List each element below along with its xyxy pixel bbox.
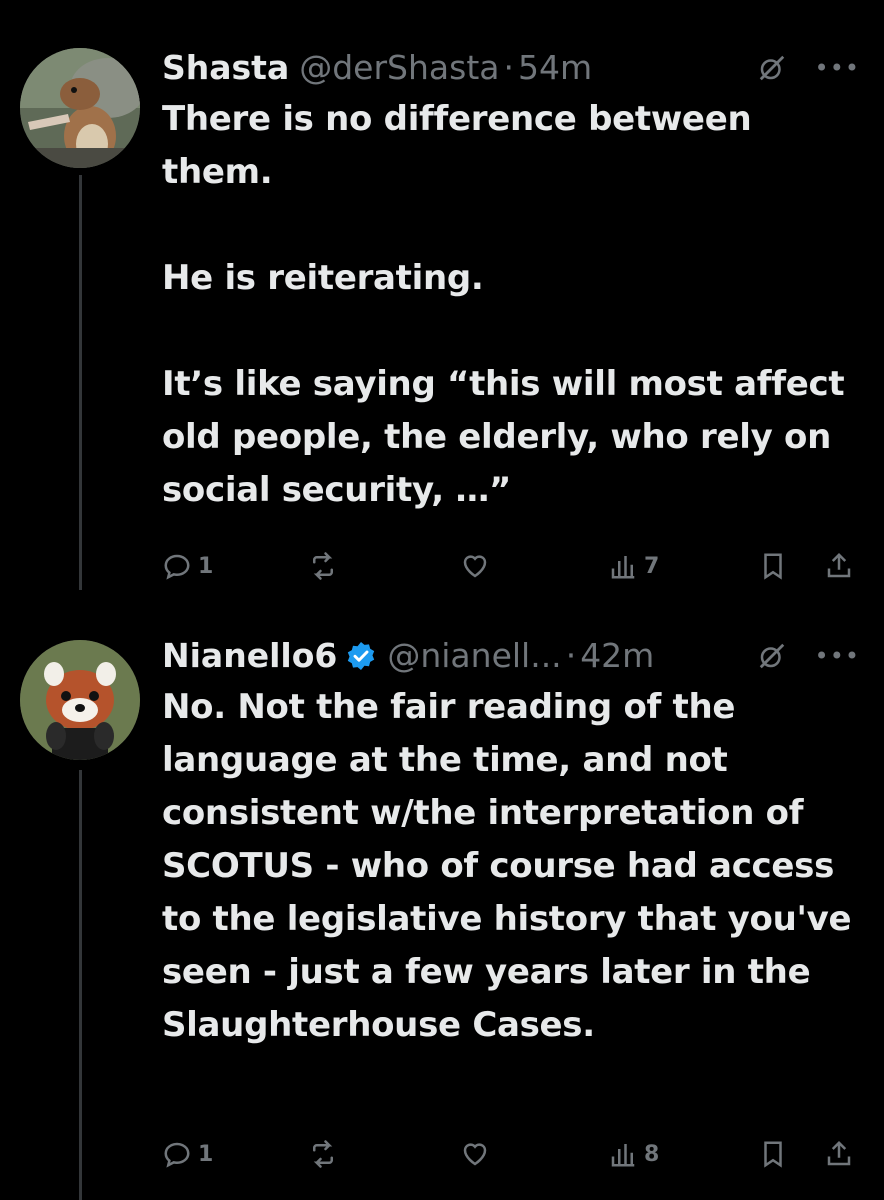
thread-line — [79, 175, 82, 590]
share-icon — [827, 1140, 851, 1166]
heart-icon — [463, 1143, 487, 1166]
verified-badge-icon[interactable] — [345, 640, 377, 672]
reply-button[interactable]: 1 — [162, 546, 213, 586]
retweet-icon — [313, 1140, 333, 1168]
more-options-button[interactable]: ••• — [815, 45, 860, 91]
views-button[interactable]: 8 — [608, 1134, 659, 1174]
analytics-icon — [611, 1144, 635, 1167]
more-options-button[interactable]: ••• — [815, 633, 860, 679]
author-handle[interactable]: @nianell... — [387, 633, 561, 679]
author-name[interactable]: Nianello6 — [162, 633, 337, 679]
tweet-text: There is no difference between them. He … — [162, 99, 845, 510]
heart-icon — [463, 555, 487, 578]
tweet-text: No. Not the fair reading of the language… — [162, 687, 852, 1045]
bookmark-icon — [764, 1141, 782, 1168]
grok-icon[interactable] — [757, 641, 787, 671]
thread-line — [79, 770, 82, 1200]
reply-count: 1 — [198, 553, 214, 579]
reply-button[interactable]: 1 — [162, 1134, 213, 1174]
timestamp[interactable]: 54m — [518, 45, 592, 91]
reply-icon — [164, 554, 190, 580]
retweet-button[interactable] — [308, 546, 338, 586]
avatar[interactable] — [20, 640, 140, 760]
grok-icon[interactable] — [757, 53, 787, 83]
reply-icon — [164, 1142, 190, 1168]
squirrel-avatar — [20, 48, 140, 168]
red-panda-avatar — [20, 640, 140, 760]
timestamp[interactable]: 42m — [580, 633, 654, 679]
author-handle[interactable]: @derShasta — [299, 45, 499, 91]
like-button[interactable] — [460, 546, 490, 586]
bookmark-icon — [764, 553, 782, 580]
separator-dot: · — [503, 48, 514, 87]
separator-dot: · — [565, 636, 577, 675]
reply-count: 1 — [198, 1141, 214, 1167]
views-button[interactable]: 7 — [608, 546, 659, 586]
retweet-button[interactable] — [308, 1134, 338, 1174]
avatar[interactable] — [20, 48, 140, 168]
retweet-icon — [313, 552, 333, 580]
views-count: 8 — [644, 1141, 660, 1167]
share-icon — [827, 552, 851, 578]
analytics-icon — [611, 556, 635, 579]
author-name[interactable]: Shasta — [162, 45, 289, 91]
views-count: 7 — [644, 553, 660, 579]
share-button[interactable] — [824, 1134, 854, 1174]
like-button[interactable] — [460, 1134, 490, 1174]
share-button[interactable] — [824, 546, 854, 586]
bookmark-button[interactable] — [758, 1134, 788, 1174]
bookmark-button[interactable] — [758, 546, 788, 586]
